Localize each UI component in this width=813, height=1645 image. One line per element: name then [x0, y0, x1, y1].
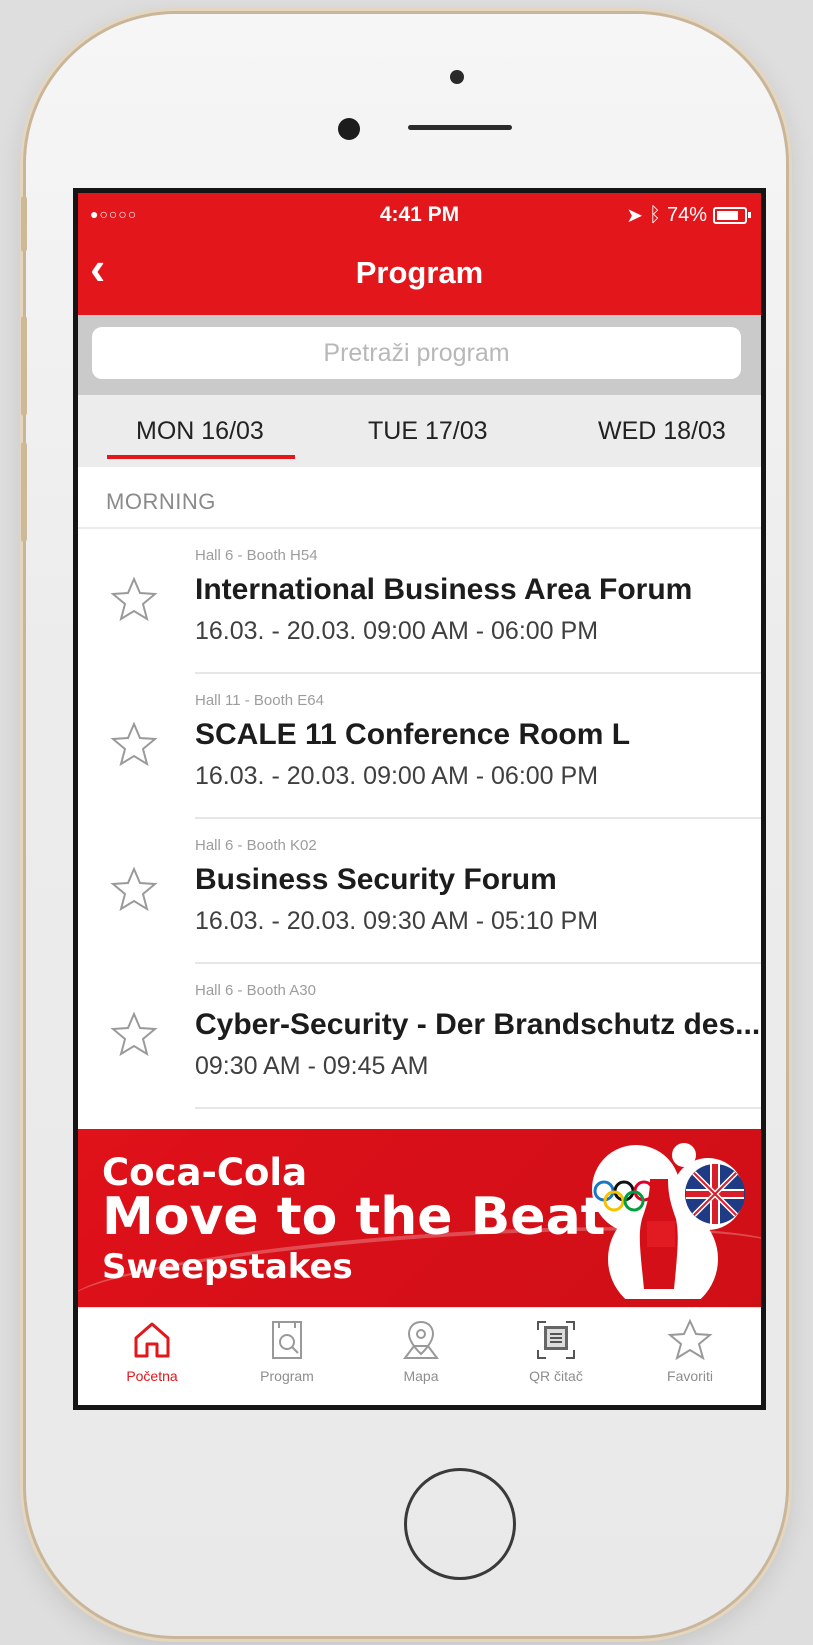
- event-title: Business Security Forum: [195, 863, 557, 896]
- earpiece-speaker: [408, 125, 512, 130]
- tab-favorites-label: Favoriti: [667, 1368, 713, 1384]
- event-title: SCALE 11 Conference Room L: [195, 718, 631, 751]
- tab-qr-label: QR čitač: [529, 1368, 583, 1384]
- event-location: Hall 6 - Booth K02: [195, 837, 317, 854]
- tab-home[interactable]: Početna: [92, 1316, 212, 1384]
- tab-mon[interactable]: MON 16/03: [136, 417, 264, 446]
- home-icon: [134, 1322, 170, 1358]
- search-input[interactable]: [92, 327, 741, 379]
- bluetooth-icon: ᛒ: [648, 204, 661, 226]
- volume-down-button: [21, 442, 27, 542]
- event-location: Hall 6 - Booth H54: [195, 547, 318, 564]
- item-divider: [195, 1107, 761, 1109]
- coca-cola-ad-banner[interactable]: Coca-Cola Move to the Beat Sweepstakes: [78, 1129, 761, 1307]
- status-indicators: ➤ ᛒ 74%: [626, 203, 751, 228]
- tab-favorites[interactable]: Favoriti: [630, 1316, 750, 1384]
- page-title: Program: [355, 255, 484, 290]
- location-arrow-icon: ➤: [626, 205, 643, 227]
- olympic-bottle-graphic: [592, 1143, 745, 1299]
- home-button[interactable]: [404, 1468, 516, 1580]
- star-icon[interactable]: [110, 866, 158, 912]
- front-camera: [338, 118, 360, 140]
- map-pin-icon: [403, 1320, 439, 1359]
- status-bar: ●○○○○ 4:41 PM ➤ ᛒ 74%: [78, 193, 761, 233]
- front-sensor: [450, 70, 464, 84]
- event-title: Cyber-Security - Der Brandschutz des...: [195, 1008, 761, 1041]
- event-time: 09:30 AM - 09:45 AM: [195, 1052, 429, 1080]
- tab-home-label: Početna: [126, 1368, 178, 1384]
- program-search-icon: [272, 1321, 302, 1359]
- section-title: MORNING: [106, 489, 216, 514]
- qr-code-icon: [537, 1321, 575, 1359]
- event-title: International Business Area Forum: [195, 573, 693, 606]
- ad-headline: Move to the Beat: [102, 1187, 606, 1247]
- tab-map[interactable]: Mapa: [361, 1316, 481, 1384]
- program-list: MORNING Hall 6 - Booth H54 International…: [78, 467, 761, 1109]
- tab-map-label: Mapa: [403, 1368, 439, 1384]
- tab-wed[interactable]: WED 18/03: [598, 417, 726, 446]
- event-location: Hall 6 - Booth A30: [195, 982, 316, 999]
- battery-percentage: 74%: [666, 204, 707, 226]
- event-time: 16.03. - 20.03. 09:30 AM - 05:10 PM: [195, 907, 599, 935]
- volume-up-button: [21, 316, 27, 416]
- bottom-tab-bar: Početna Program Mapa QR čitač Favoriti: [78, 1307, 761, 1405]
- event-location: Hall 11 - Booth E64: [195, 692, 324, 709]
- ad-subline: Sweepstakes: [102, 1247, 353, 1287]
- program-item[interactable]: Hall 11 - Booth E64 SCALE 11 Conference …: [78, 674, 761, 819]
- star-icon[interactable]: [110, 721, 158, 767]
- battery-icon: [713, 207, 751, 224]
- search-bar: [78, 315, 761, 395]
- star-icon[interactable]: [110, 1011, 158, 1057]
- tab-tue[interactable]: TUE 17/03: [368, 417, 488, 446]
- event-time: 16.03. - 20.03. 09:00 AM - 06:00 PM: [195, 617, 599, 645]
- mute-switch: [21, 196, 27, 252]
- app-screen: ●○○○○ 4:41 PM ➤ ᛒ 74% ‹ Program MON 16/0…: [73, 188, 766, 1410]
- navigation-bar: ●○○○○ 4:41 PM ➤ ᛒ 74% ‹ Program: [78, 193, 761, 315]
- tab-program-label: Program: [260, 1368, 314, 1384]
- program-item[interactable]: Hall 6 - Booth K02 Business Security For…: [78, 819, 761, 964]
- event-time: 16.03. - 20.03. 09:00 AM - 06:00 PM: [195, 762, 599, 790]
- star-icon[interactable]: [110, 576, 158, 622]
- program-item[interactable]: Hall 6 - Booth H54 International Busines…: [78, 529, 761, 674]
- tab-qr-reader[interactable]: QR čitač: [496, 1316, 616, 1384]
- program-item[interactable]: Hall 6 - Booth A30 Cyber-Security - Der …: [78, 964, 761, 1109]
- selected-day-indicator: [107, 455, 295, 459]
- tab-program[interactable]: Program: [227, 1316, 347, 1384]
- star-icon: [667, 1318, 713, 1361]
